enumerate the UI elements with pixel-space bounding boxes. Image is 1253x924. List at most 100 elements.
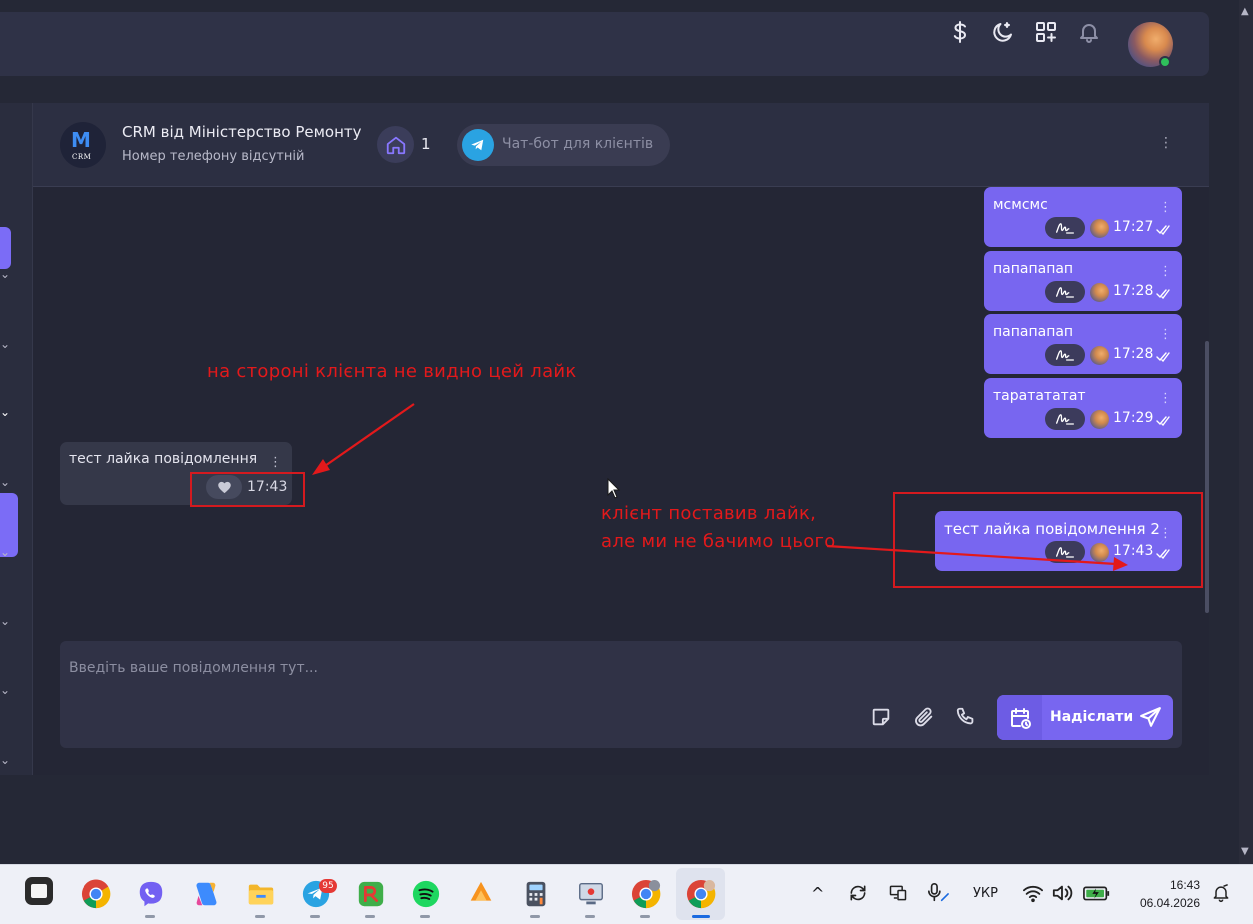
top-header <box>0 12 1209 76</box>
chevron-down-icon[interactable]: ⌄ <box>0 753 10 767</box>
message-text: папапапап <box>993 261 1074 277</box>
telegram-unread-badge: 95 <box>319 879 337 893</box>
sender-avatar <box>1090 219 1109 238</box>
chevron-down-icon[interactable]: ⌄ <box>0 683 10 697</box>
microphone-icon[interactable] <box>926 882 950 904</box>
messages-scrollbar[interactable] <box>1205 341 1209 613</box>
taskbar-clock[interactable]: 16:43 06.04.2026 <box>1130 876 1200 912</box>
message-text: таратататат <box>993 388 1086 404</box>
message-bubble-outgoing[interactable]: таратататат ⋮ 17:29 <box>984 378 1182 438</box>
paperclip-icon[interactable] <box>913 706 935 728</box>
dollar-icon[interactable] <box>947 19 973 45</box>
signature-icon[interactable] <box>1045 344 1085 366</box>
message-bubble-outgoing[interactable]: мсмсмс ⋮ 17:27 <box>984 187 1182 247</box>
viber-icon[interactable] <box>134 877 168 911</box>
double-check-icon <box>1156 289 1170 299</box>
signature-icon[interactable] <box>1045 281 1085 303</box>
more-vertical-icon[interactable]: ⋮ <box>1159 265 1172 278</box>
message-time: 17:28 <box>1113 346 1154 362</box>
message-text: мсмсмс <box>993 197 1048 213</box>
double-check-icon <box>1156 352 1170 362</box>
more-vertical-icon[interactable]: ⋮ <box>1159 201 1172 214</box>
message-bubble-outgoing[interactable]: папапапап ⋮ 17:28 <box>984 251 1182 311</box>
copilot-icon[interactable] <box>189 877 223 911</box>
message-composer: Введіть ваше повідомлення тут... Надісла… <box>60 641 1182 748</box>
chevron-down-icon[interactable]: ⌄ <box>0 545 10 559</box>
sidebar-tab-button[interactable] <box>0 227 11 269</box>
clock-time: 16:43 <box>1169 878 1200 892</box>
send-plane-icon[interactable] <box>1138 705 1163 730</box>
telegram-icon <box>462 129 494 161</box>
sender-avatar <box>1090 410 1109 429</box>
notifications-bell-icon[interactable] <box>1211 883 1231 903</box>
chat-panel: M CRM CRM від Міністерство Ремонту Номер… <box>33 103 1209 775</box>
annotation-text: клієнт поставив лайк, <box>601 503 817 524</box>
taskbar-running-indicator <box>420 915 430 918</box>
file-explorer-icon[interactable] <box>244 877 278 911</box>
taskbar-running-indicator <box>255 915 265 918</box>
taskbar-running-indicator <box>530 915 540 918</box>
annotation-highlight-box <box>893 492 1203 588</box>
online-status-dot <box>1159 56 1171 68</box>
more-vertical-icon[interactable]: ⋮ <box>1159 135 1173 151</box>
volume-icon[interactable] <box>1051 883 1073 903</box>
chrome-icon[interactable] <box>79 877 113 911</box>
send-button-group: Надіслати <box>997 695 1173 740</box>
channel-chip[interactable]: Чат-бот для клієнтів <box>457 124 670 166</box>
chevron-down-icon[interactable]: ⌄ <box>0 614 10 628</box>
chevron-down-icon[interactable]: ⌄ <box>0 267 10 281</box>
taskbar-app-icon[interactable] <box>464 877 498 911</box>
wifi-icon[interactable] <box>1022 883 1044 903</box>
more-vertical-icon[interactable]: ⋮ <box>1159 392 1172 405</box>
taskbar-running-indicator <box>640 915 650 918</box>
logo-mark-icon: M <box>71 128 91 152</box>
chevron-down-icon[interactable]: ⌄ <box>0 475 10 489</box>
taskbar-running-indicator <box>585 915 595 918</box>
send-button[interactable]: Надіслати <box>1050 709 1133 725</box>
screen-recorder-icon[interactable] <box>574 877 608 911</box>
spotify-icon[interactable] <box>409 877 443 911</box>
phone-icon[interactable] <box>955 706 977 728</box>
language-indicator[interactable]: УКР <box>973 886 998 901</box>
chevron-down-icon[interactable]: ⌄ <box>0 405 10 419</box>
taskbar-app-icon[interactable] <box>25 877 53 905</box>
message-text: тест лайка повідомлення <box>69 451 258 467</box>
calculator-icon[interactable] <box>519 877 553 911</box>
clock-date: 06.04.2026 <box>1139 896 1200 910</box>
crm-app-icon[interactable] <box>354 877 388 911</box>
chevron-up-icon[interactable]: ^ <box>811 884 824 903</box>
signature-icon[interactable] <box>1045 408 1085 430</box>
chat-subtitle: Номер телефону відсутній <box>122 149 305 164</box>
channel-label: Чат-бот для клієнтів <box>502 136 654 152</box>
message-input[interactable]: Введіть ваше повідомлення тут... <box>69 660 318 676</box>
scroll-up-arrow-icon[interactable]: ▲ <box>1241 6 1249 17</box>
moon-icon[interactable] <box>990 19 1016 45</box>
more-vertical-icon[interactable]: ⋮ <box>269 456 282 469</box>
signature-icon[interactable] <box>1045 217 1085 239</box>
schedule-calendar-icon[interactable] <box>997 695 1042 740</box>
double-check-icon <box>1156 225 1170 235</box>
more-vertical-icon[interactable]: ⋮ <box>1159 328 1172 341</box>
logo-text: CRM <box>72 153 92 161</box>
annotation-text: на стороні клієнта не видно цей лайк <box>207 361 577 382</box>
battery-charging-icon[interactable] <box>1083 884 1111 902</box>
message-bubble-outgoing[interactable]: папапапап ⋮ 17:28 <box>984 314 1182 374</box>
scroll-down-arrow-icon[interactable]: ▼ <box>1241 846 1249 857</box>
home-count: 1 <box>421 135 431 153</box>
note-icon[interactable] <box>870 706 892 728</box>
chevron-down-icon[interactable]: ⌄ <box>0 337 10 351</box>
home-icon[interactable] <box>377 126 414 163</box>
bell-icon[interactable] <box>1076 19 1102 45</box>
annotation-text: але ми не бачимо цього <box>601 531 836 552</box>
chrome-profile-active-icon[interactable] <box>684 877 718 911</box>
message-text: папапапап <box>993 324 1074 340</box>
chrome-profile-icon[interactable] <box>629 877 663 911</box>
taskbar-running-indicator <box>365 915 375 918</box>
apps-grid-icon[interactable] <box>1033 19 1059 45</box>
sender-avatar <box>1090 283 1109 302</box>
sync-icon[interactable] <box>848 883 868 903</box>
page-scrollbar[interactable]: ▲ ▼ <box>1239 0 1253 864</box>
message-time: 17:27 <box>1113 219 1154 235</box>
network-devices-icon[interactable] <box>888 883 908 903</box>
chat-list-sidebar: ⌄ ⌄ ⌄ ⌄ ⌄ ⌄ ⌄ ⌄ <box>0 103 33 775</box>
